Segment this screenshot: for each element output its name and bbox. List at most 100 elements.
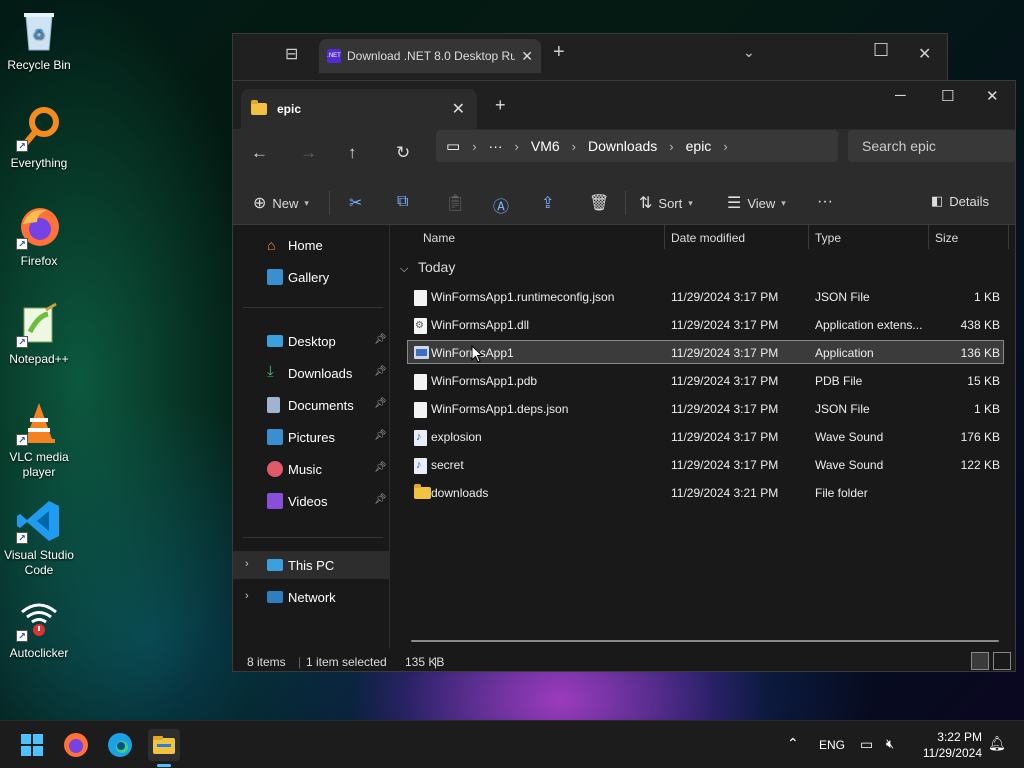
new-button[interactable]: ⊕ New ▾ — [253, 193, 309, 213]
maximize-icon[interactable]: ☐ — [941, 87, 954, 105]
notepadpp-icon: ↗ — [16, 302, 62, 348]
explorer-tab[interactable]: epic ✕ — [241, 89, 477, 129]
column-header-name[interactable]: Name — [423, 231, 455, 245]
command-bar: ⊕ New ▾ ✂ ⧉ 📋︎ Ⓐ ⇪ 🗑︎ ⇅ Sort ▾ ☰ View ▾ … — [233, 181, 1015, 225]
close-icon[interactable]: ✕ — [452, 99, 465, 119]
group-label: Today — [417, 259, 456, 275]
maximize-icon[interactable]: ☐ — [873, 40, 889, 61]
breadcrumb-downloads[interactable]: Downloads — [588, 138, 657, 154]
copy-button[interactable]: ⧉ — [397, 193, 408, 211]
close-icon[interactable]: ✕ — [521, 48, 533, 65]
table-row[interactable]: WinFormsApp1.pdb 11/29/2024 3:17 PM PDB … — [407, 368, 1004, 392]
taskbar-edge[interactable] — [104, 729, 136, 761]
desktop-icon — [267, 335, 283, 347]
new-tab-plus-icon[interactable]: + — [495, 95, 506, 116]
desktop-icon-label: Autoclicker — [9, 646, 69, 660]
details-view-toggle[interactable] — [971, 652, 989, 670]
desktop-icon-firefox[interactable]: ↗ Firefox — [4, 204, 74, 269]
group-header-today[interactable]: ⌵ Today — [400, 259, 455, 276]
desktop-icon-everything[interactable]: ↗ Everything — [4, 106, 74, 171]
column-divider[interactable] — [1008, 225, 1009, 249]
file-type: JSON File — [815, 402, 870, 416]
delete-button[interactable]: 🗑︎ — [589, 193, 609, 213]
search-input[interactable]: Search epic — [848, 130, 1016, 162]
nav-item-documents[interactable]: Documents 📌︎ — [233, 391, 390, 419]
column-header-size[interactable]: Size — [935, 231, 958, 245]
horizontal-scrollbar[interactable] — [411, 640, 999, 642]
desktop-icon-autoclicker[interactable]: ↗ Autoclicker — [4, 596, 74, 661]
share-button[interactable]: ⇪ — [541, 193, 554, 213]
tab-actions-icon[interactable]: ⊟ — [285, 44, 298, 64]
pin-icon[interactable]: 📌︎ — [374, 334, 387, 345]
nav-item-downloads[interactable]: ⤓ Downloads 📌︎ — [233, 359, 390, 387]
nav-item-music[interactable]: Music 📌︎ — [233, 455, 390, 483]
new-tab-plus-icon[interactable]: + — [553, 41, 565, 64]
desktop-icon-vscode[interactable]: ↗ Visual Studio Code — [4, 498, 74, 578]
browser-tab-title: Download .NET 8.0 Desktop Runtime — [347, 49, 516, 63]
view-button[interactable]: ☰ View ▾ — [727, 193, 786, 213]
breadcrumb-vm6[interactable]: VM6 — [531, 138, 560, 154]
pin-icon[interactable]: 📌︎ — [374, 398, 387, 409]
chevron-down-icon[interactable]: ⌄ — [743, 44, 755, 61]
nav-item-network[interactable]: › Network — [233, 583, 390, 611]
nav-item-gallery[interactable]: Gallery — [233, 263, 390, 291]
chevron-right-icon[interactable]: › — [245, 590, 249, 602]
table-row[interactable]: WinFormsApp1 11/29/2024 3:17 PM Applicat… — [407, 340, 1004, 364]
tiles-view-toggle[interactable] — [993, 652, 1011, 670]
minimize-icon[interactable]: ─ — [895, 87, 906, 104]
notification-bell-icon[interactable]: 🔔︎ — [988, 735, 1006, 752]
forward-arrow-icon[interactable]: → — [300, 143, 317, 163]
table-row[interactable]: WinFormsApp1.deps.json 11/29/2024 3:17 P… — [407, 396, 1004, 420]
pc-monitor-icon[interactable]: ▭ — [446, 137, 460, 155]
back-arrow-icon[interactable]: ← — [251, 143, 268, 163]
pin-icon[interactable]: 📌︎ — [374, 430, 387, 441]
column-divider[interactable] — [664, 225, 665, 249]
up-arrow-icon[interactable]: ↑ — [348, 143, 357, 163]
refresh-icon[interactable]: ↻ — [396, 143, 410, 163]
breadcrumb[interactable]: ▭ › ··· › VM6 › Downloads › epic › — [436, 130, 838, 162]
taskbar-file-explorer[interactable] — [148, 729, 180, 767]
table-row[interactable]: WinFormsApp1.dll 11/29/2024 3:17 PM Appl… — [407, 312, 1004, 336]
close-icon[interactable]: ✕ — [918, 44, 931, 64]
rename-button[interactable]: Ⓐ — [493, 193, 509, 217]
pin-icon[interactable]: 📌︎ — [374, 494, 387, 505]
column-header-type[interactable]: Type — [815, 231, 841, 245]
clock[interactable]: 3:22 PM 11/29/2024 — [910, 729, 982, 761]
browser-tab[interactable]: .NET Download .NET 8.0 Desktop Runtime ✕ — [319, 39, 541, 73]
nav-item-home[interactable]: ⌂ Home — [233, 231, 390, 259]
details-button[interactable]: ◧ Details — [931, 193, 989, 209]
chevron-up-icon[interactable]: ⌃ — [787, 735, 799, 752]
taskbar-firefox[interactable] — [60, 729, 92, 761]
table-row[interactable]: WinFormsApp1.runtimeconfig.json 11/29/20… — [407, 284, 1004, 308]
pin-icon[interactable]: 📌︎ — [374, 462, 387, 473]
breadcrumb-more[interactable]: ··· — [489, 138, 503, 154]
desktop-icon-vlc[interactable]: ↗ VLC media player — [4, 400, 74, 480]
nav-item-videos[interactable]: Videos 📌︎ — [233, 487, 390, 515]
table-row[interactable]: secret 11/29/2024 3:17 PM Wave Sound 122… — [407, 452, 1004, 476]
column-divider[interactable] — [928, 225, 929, 249]
chevron-right-icon[interactable]: › — [723, 139, 727, 154]
table-row[interactable]: explosion 11/29/2024 3:17 PM Wave Sound … — [407, 424, 1004, 448]
display-icon[interactable]: ▭ — [860, 736, 873, 753]
nav-item-this-pc[interactable]: › This PC — [233, 551, 390, 579]
chevron-right-icon[interactable]: › — [245, 558, 249, 570]
sort-button[interactable]: ⇅ Sort ▾ — [639, 193, 693, 213]
column-header-date[interactable]: Date modified — [671, 231, 745, 245]
cut-button[interactable]: ✂ — [349, 193, 362, 213]
speaker-muted-icon[interactable]: 🔇︎ — [886, 736, 894, 752]
nav-item-pictures[interactable]: Pictures 📌︎ — [233, 423, 390, 451]
svg-text:♻: ♻ — [33, 26, 46, 42]
close-icon[interactable]: ✕ — [986, 87, 999, 105]
column-divider[interactable] — [808, 225, 809, 249]
chevron-down-icon: ⌵ — [400, 263, 409, 275]
pin-icon[interactable]: 📌︎ — [374, 366, 387, 377]
more-options-button[interactable]: ··· — [817, 193, 833, 211]
paste-button[interactable]: 📋︎ — [445, 193, 465, 213]
breadcrumb-epic[interactable]: epic — [686, 138, 712, 154]
nav-item-desktop[interactable]: Desktop 📌︎ — [233, 327, 390, 355]
table-row[interactable]: downloads 11/29/2024 3:21 PM File folder — [407, 480, 1004, 504]
start-button[interactable] — [16, 729, 48, 761]
desktop-icon-notepadpp[interactable]: ↗ Notepad++ — [4, 302, 74, 367]
language-indicator[interactable]: ENG — [819, 738, 845, 752]
desktop-icon-recycle-bin[interactable]: ♻ Recycle Bin — [4, 8, 74, 73]
